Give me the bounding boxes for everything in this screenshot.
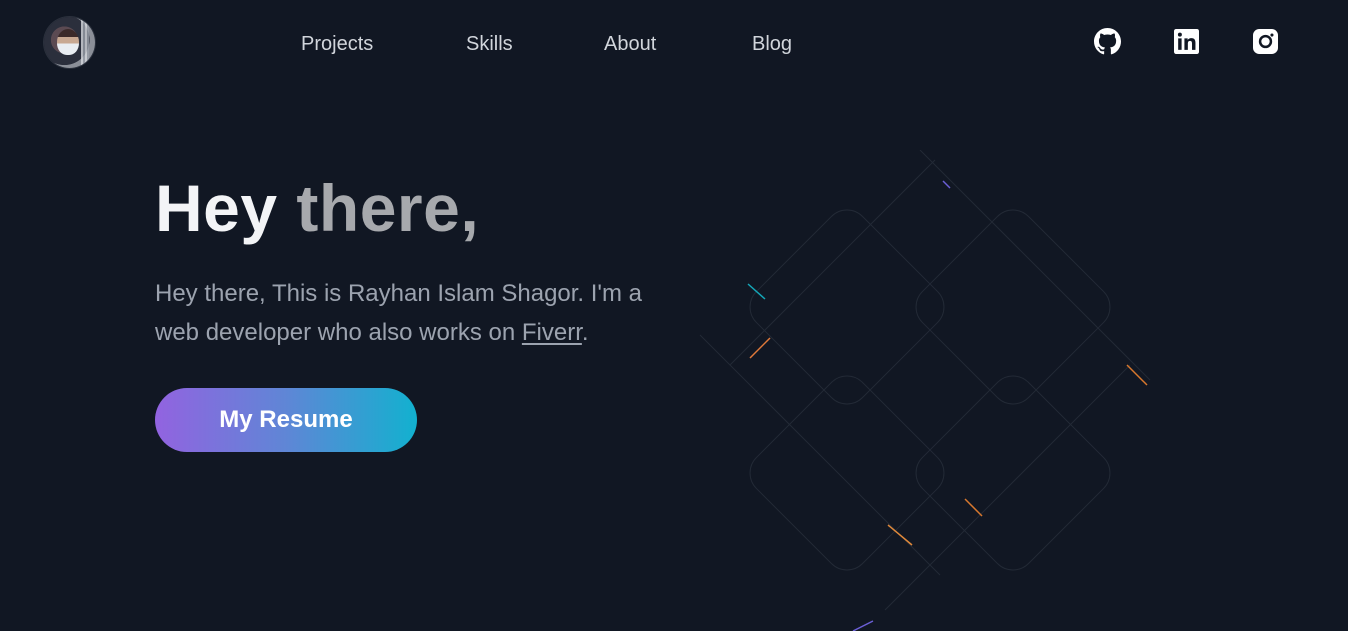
nav-link-about[interactable]: About — [604, 33, 656, 56]
hero-title: Hey there, — [155, 168, 479, 248]
nav-link-skills[interactable]: Skills — [466, 33, 513, 56]
background-diamond-graphic — [699, 150, 1151, 631]
instagram-link[interactable] — [1252, 28, 1279, 55]
hero-description: Hey there, This is Rayhan Islam Shagor. … — [155, 274, 675, 352]
hero-title-word-2: there, — [296, 171, 480, 245]
github-icon — [1094, 28, 1121, 55]
github-link[interactable] — [1094, 28, 1121, 55]
linkedin-icon — [1174, 29, 1199, 54]
hero-title-word-1: Hey — [155, 171, 278, 245]
fiverr-link[interactable]: Fiverr — [522, 319, 582, 346]
hero-description-end: . — [581, 319, 589, 346]
linkedin-link[interactable] — [1173, 28, 1200, 55]
nav-link-blog[interactable]: Blog — [752, 33, 792, 56]
main-nav: Projects Skills About Blog — [0, 33, 1348, 59]
my-resume-button[interactable]: My Resume — [155, 388, 417, 452]
nav-link-projects[interactable]: Projects — [301, 33, 373, 56]
instagram-icon — [1253, 29, 1278, 54]
